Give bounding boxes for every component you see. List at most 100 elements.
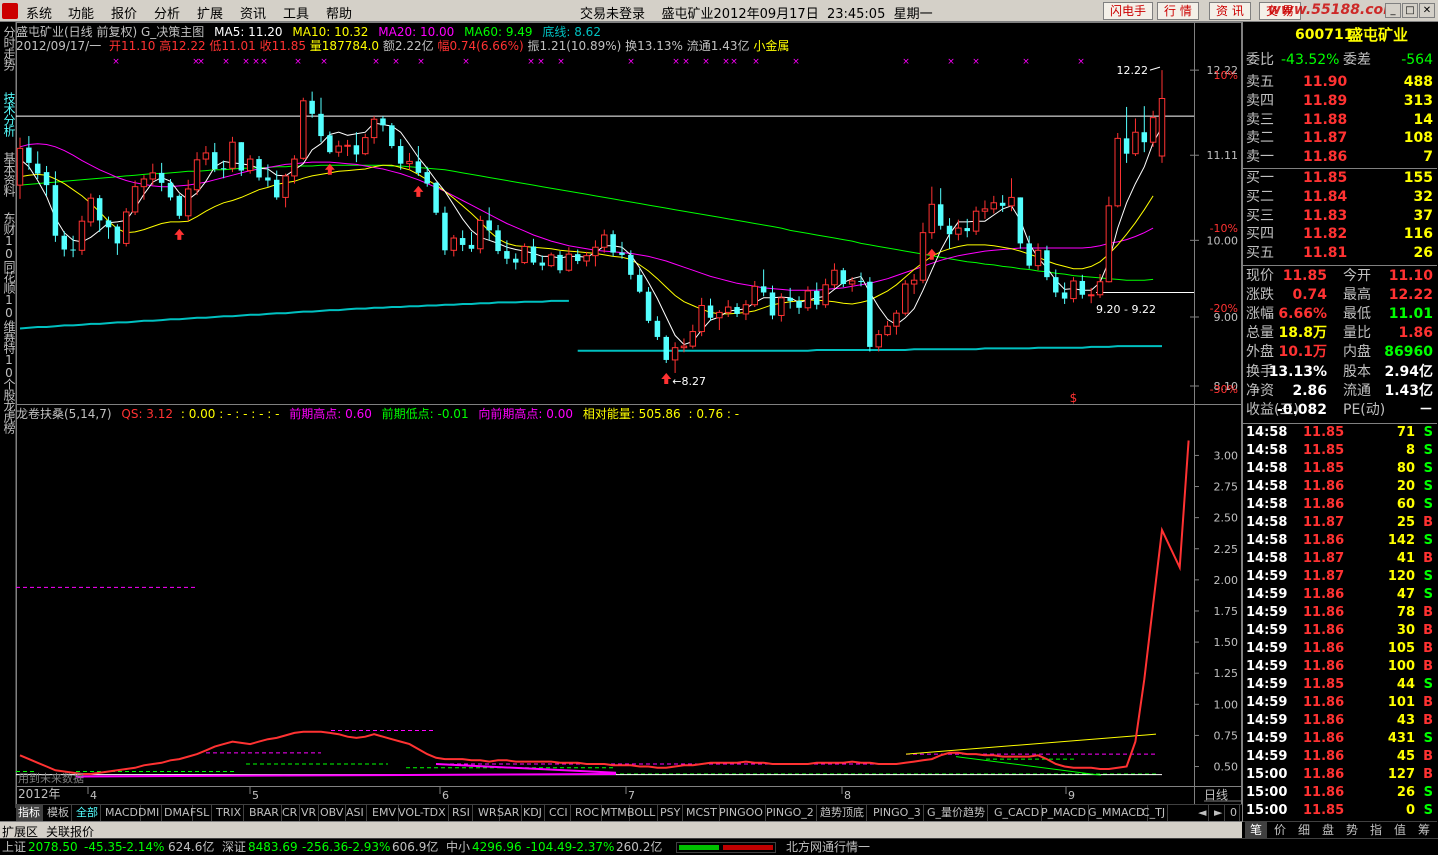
bid-row-3[interactable]: 买三 11.83 37: [1243, 207, 1437, 225]
menu-extend[interactable]: 扩展: [197, 3, 223, 22]
tick-time: 14:59: [1246, 731, 1288, 746]
news-button[interactable]: 资 讯: [1209, 2, 1251, 20]
flash-trade-button[interactable]: 闪电手: [1103, 2, 1154, 20]
sz-index-label[interactable]: 深证: [222, 840, 246, 855]
candle-body-down: [867, 281, 873, 347]
menu-quote[interactable]: 报价: [111, 3, 137, 22]
indicator-tab-全部[interactable]: 全部: [74, 805, 101, 821]
menu-function[interactable]: 功能: [68, 3, 94, 22]
candle: [742, 300, 750, 321]
ask-row-5[interactable]: 卖五 11.90 488: [1243, 73, 1437, 91]
ask-row-3[interactable]: 卖三 11.88 14: [1243, 111, 1437, 129]
quote-tab-1[interactable]: 价: [1269, 822, 1291, 839]
period-label[interactable]: 日线: [1204, 788, 1228, 802]
tab-weisaite[interactable]: 维赛特10: [1, 320, 16, 379]
ask-row-1[interactable]: 卖一 11.86 7: [1243, 148, 1437, 166]
tab-intraday[interactable]: 分时走势: [1, 26, 16, 70]
indicator-tab-kdj[interactable]: KDJ: [521, 805, 545, 821]
indicator-tab-pingoo[interactable]: PINGOO: [717, 805, 766, 821]
scroll-zero-icon[interactable]: 0: [1228, 805, 1240, 821]
indicator-name[interactable]: 龙卷扶桑(5,14,7): [16, 407, 112, 421]
indicator-tab-dmi[interactable]: DMI: [136, 805, 163, 821]
quote-tab-6[interactable]: 值: [1389, 822, 1411, 839]
tab-eastmoney[interactable]: 东财10: [1, 212, 16, 260]
indicator-tab-rsi[interactable]: RSI: [450, 805, 473, 821]
tab-technical[interactable]: 技术分析: [1, 92, 16, 136]
indicator-tab-sar[interactable]: SAR: [495, 805, 523, 821]
quote-tab-7[interactable]: 筹: [1413, 822, 1435, 839]
quote-tab-5[interactable]: 指: [1365, 822, 1387, 839]
indicator-tab-p-macd[interactable]: P_MACD: [1039, 805, 1090, 821]
indicator-tab-trix[interactable]: TRIX: [214, 805, 245, 821]
indicator-tab-psy[interactable]: PSY: [658, 805, 684, 821]
menu-info[interactable]: 资讯: [240, 3, 266, 22]
watermark-logo: www.55188.com: [1268, 2, 1398, 18]
indicator-tab-cci[interactable]: CCI: [547, 805, 571, 821]
indicator-tab-g-mmacd[interactable]: G_MMACD: [1086, 805, 1148, 821]
indicator-tab-cr[interactable]: CR: [280, 805, 301, 821]
indicator-tab-vr[interactable]: VR: [299, 805, 320, 821]
quote-tab-4[interactable]: 势: [1341, 822, 1363, 839]
indicator-tab-c-tj[interactable]: C_TJ: [1140, 805, 1169, 821]
tab-tonghuashun[interactable]: 同花顺10: [1, 260, 16, 319]
tick-time: 15:00: [1246, 785, 1288, 800]
indicator-tab-趋势顶底[interactable]: 趋势顶底: [818, 805, 867, 821]
scroll-right-icon[interactable]: ►: [1212, 805, 1226, 821]
indicator-tab-mcst[interactable]: MCST: [684, 805, 720, 821]
indicator-tab-指标[interactable]: 指标: [16, 805, 43, 821]
candle-body-down: [840, 270, 847, 285]
close-icon[interactable]: ✕: [1419, 3, 1435, 18]
quote-tab-3[interactable]: 盘: [1317, 822, 1339, 839]
minimize-icon[interactable]: _: [1385, 3, 1401, 18]
tick-direction: S: [1423, 587, 1433, 602]
indicator-tab-emv[interactable]: EMV: [370, 805, 399, 821]
candle: [530, 238, 537, 265]
candle-body-up: [1114, 137, 1121, 207]
menu-system[interactable]: 系统: [26, 3, 52, 22]
stat-label: 净资: [1246, 382, 1274, 399]
indicator-tab-g-量价趋势[interactable]: G_量价趋势: [925, 805, 989, 821]
chart-area[interactable]: 12.22 11.11 10.00 9.00 8.10 10% -10% -20% -30% × ×…: [16, 22, 1242, 808]
indicator-tab-asi[interactable]: ASI: [344, 805, 367, 821]
indicator-tab-boll[interactable]: BOLL: [625, 805, 659, 821]
stat-row: 收益(三) -0.082 PE(动) －: [1243, 401, 1437, 419]
tick-price: 11.86: [1303, 695, 1345, 710]
signal-x-mark-6: ×: [260, 57, 268, 67]
tab-dragon-tiger[interactable]: 个股龙虎榜: [1, 378, 16, 433]
indicator-tab-roc[interactable]: ROC: [573, 805, 602, 821]
market-button[interactable]: 行 情: [1157, 2, 1199, 20]
indicator-tab-vol-tdx[interactable]: VOL-TDX: [396, 805, 449, 821]
sh-index-label[interactable]: 上证: [2, 840, 26, 855]
scroll-left-icon[interactable]: ◄: [1196, 805, 1210, 821]
indicator-tab-模板[interactable]: 模板: [45, 805, 72, 821]
quote-tab-2[interactable]: 细: [1293, 822, 1315, 839]
indicator-tab-pingo-3[interactable]: PINGO_3: [871, 805, 924, 821]
candle: [937, 188, 944, 230]
menu-tools[interactable]: 工具: [283, 3, 309, 22]
ask-row-2[interactable]: 卖二 11.87 108: [1243, 129, 1437, 147]
candle: [547, 252, 555, 268]
tab-fundamentals[interactable]: 基本资料: [1, 152, 16, 196]
maximize-icon[interactable]: □: [1402, 3, 1418, 18]
quote-panel: 600711 盛屯矿业 委比 -43.52% 委差 -564 卖五 11.90 48…: [1242, 22, 1438, 839]
quote-tab-0[interactable]: 笔: [1245, 822, 1267, 839]
indicator-tab-g-cacd[interactable]: G_CACD: [992, 805, 1043, 821]
menu-help[interactable]: 帮助: [326, 3, 352, 22]
news-ticker[interactable]: 北方网通行情一: [786, 840, 870, 855]
ask-row-4[interactable]: 卖四 11.89 313: [1243, 92, 1437, 110]
candle: [663, 335, 669, 363]
bid-row-5[interactable]: 买五 11.81 26: [1243, 244, 1437, 262]
bid-row-4[interactable]: 买四 11.82 116: [1243, 225, 1437, 243]
indicator-tab-brar[interactable]: BRAR: [247, 805, 282, 821]
candle: [716, 310, 723, 331]
bid-row-2[interactable]: 买二 11.84 32: [1243, 188, 1437, 206]
indicator-tab-fsl[interactable]: FSL: [188, 805, 213, 821]
indicator-tab-pingo-2[interactable]: PINGO_2: [764, 805, 817, 821]
sme-index-label[interactable]: 中小: [446, 840, 470, 855]
ma5-line: [19, 122, 1163, 346]
tick-volume: 105: [1387, 641, 1415, 656]
menu-analysis[interactable]: 分析: [154, 3, 180, 22]
bid-row-1[interactable]: 买一 11.85 155: [1243, 169, 1437, 187]
indicator-tab-obv[interactable]: OBV: [318, 805, 347, 821]
tick-direction: B: [1423, 641, 1433, 656]
